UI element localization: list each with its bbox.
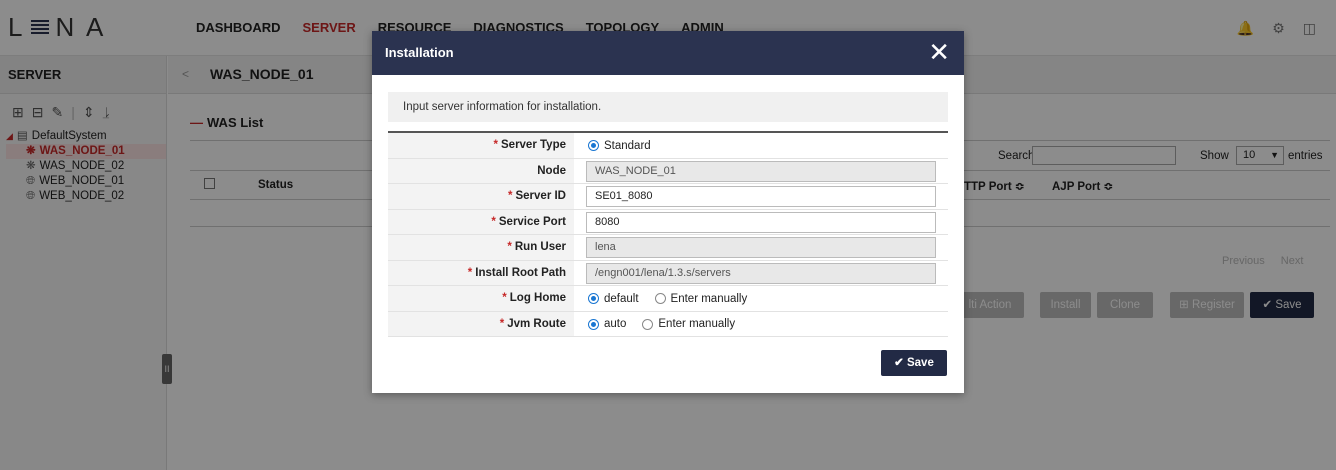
service-port-field[interactable]: 8080 bbox=[586, 211, 936, 233]
radio-log-default[interactable]: default bbox=[588, 293, 639, 305]
server-id-label: * Server ID bbox=[388, 184, 574, 209]
radio-jvm-auto[interactable]: auto bbox=[588, 318, 626, 330]
form-row-jvm-route: * Jvm Route auto Enter manually bbox=[388, 311, 948, 337]
dialog-header: Installation ✕ bbox=[372, 31, 964, 75]
dialog-save-label: Save bbox=[906, 357, 934, 369]
run-user-field: lena bbox=[586, 237, 936, 258]
radio-dot[interactable] bbox=[642, 318, 654, 330]
jvm-route-label: * Jvm Route bbox=[388, 311, 574, 336]
install-form: * Server Type Standard Node WAS_NODE_01 *… bbox=[388, 131, 948, 337]
log-home-label: * Log Home bbox=[388, 286, 574, 311]
radio-jvm-manual[interactable]: Enter manually bbox=[642, 318, 735, 330]
form-row-server-id: * Server ID SE01_8080 bbox=[388, 184, 948, 210]
server-type-label: * Server Type bbox=[388, 133, 574, 158]
form-row-log-home: * Log Home default Enter manually bbox=[388, 286, 948, 312]
node-label: Node bbox=[388, 158, 574, 183]
radio-dot[interactable] bbox=[588, 293, 599, 304]
dialog-notice: Input server information for installatio… bbox=[388, 92, 948, 122]
run-user-label: * Run User bbox=[388, 235, 574, 260]
radio-standard[interactable]: Standard bbox=[588, 140, 651, 152]
form-row-server-type: * Server Type Standard bbox=[388, 133, 948, 159]
jvm-route-options: auto Enter manually bbox=[588, 315, 745, 334]
service-port-label: * Service Port bbox=[388, 209, 574, 234]
install-root-field: /engn001/lena/1.3.s/servers bbox=[586, 262, 936, 284]
radio-dot[interactable] bbox=[654, 293, 666, 304]
form-row-node: Node WAS_NODE_01 bbox=[388, 158, 948, 184]
node-field: WAS_NODE_01 bbox=[586, 160, 936, 182]
install-root-label: * Install Root Path bbox=[388, 260, 574, 285]
server-id-field[interactable]: SE01_8080 bbox=[586, 186, 936, 207]
form-row-run-user: * Run User lena bbox=[388, 235, 948, 261]
form-row-service-port: * Service Port 8080 bbox=[388, 209, 948, 235]
server-type-options: Standard bbox=[588, 136, 661, 155]
log-home-options: default Enter manually bbox=[588, 289, 757, 308]
radio-log-manual[interactable]: Enter manually bbox=[654, 293, 747, 305]
radio-dot[interactable] bbox=[588, 140, 599, 151]
form-row-install-root: * Install Root Path /engn001/lena/1.3.s/s… bbox=[388, 260, 948, 286]
close-icon[interactable]: ✕ bbox=[928, 39, 950, 65]
dialog-save-button[interactable]: ✔ Save bbox=[881, 350, 947, 376]
radio-dot[interactable] bbox=[588, 318, 599, 330]
installation-dialog: Installation ✕ Input server information … bbox=[372, 31, 964, 393]
check-icon: ✔ bbox=[894, 357, 904, 369]
dialog-title: Installation bbox=[385, 45, 454, 60]
